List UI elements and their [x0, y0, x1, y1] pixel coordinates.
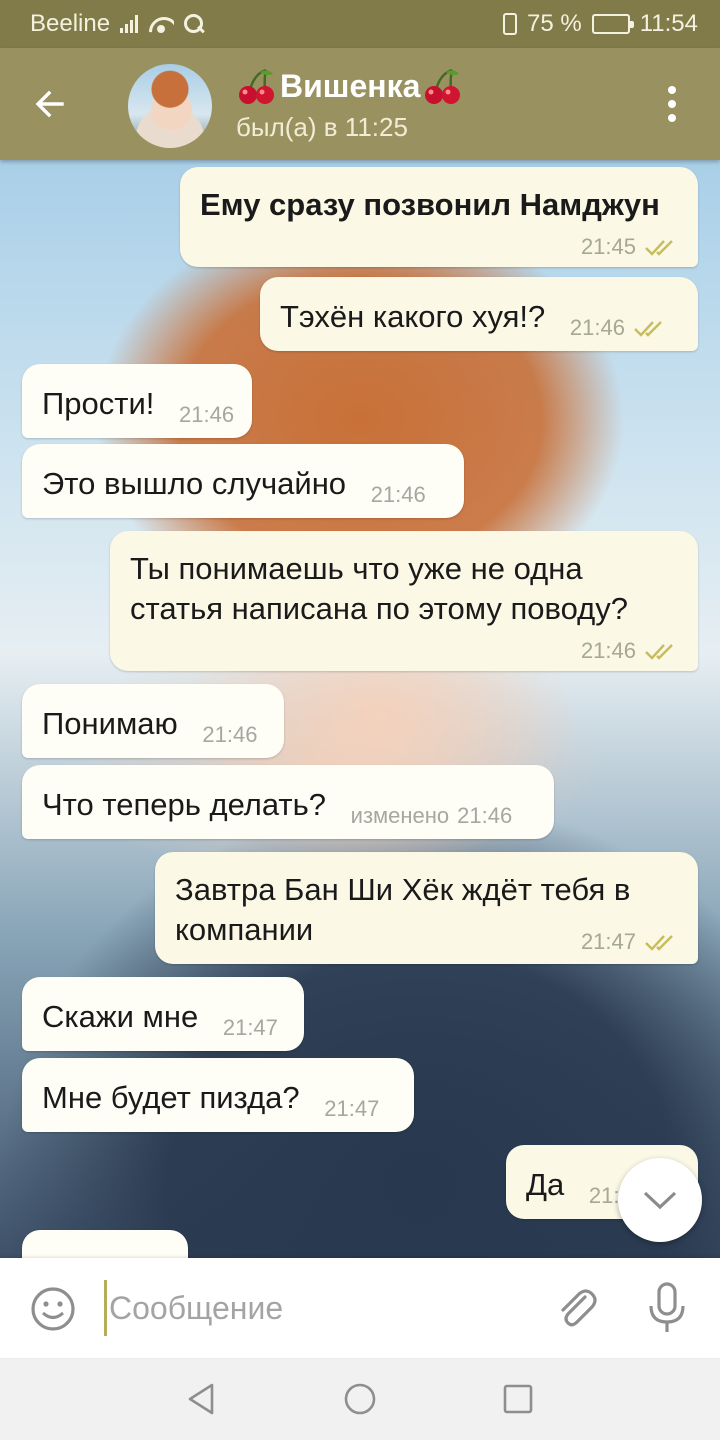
message-bubble-in[interactable]: Понимаю 21:46 [22, 684, 284, 758]
message-bubble-in[interactable]: Что теперь делать? изменено 21:46 [22, 765, 554, 839]
nav-back-button[interactable] [182, 1379, 222, 1419]
contact-name: Вишенка [280, 67, 421, 104]
message-bubble-out[interactable]: Тэхён какого хуя!? 21:46 [260, 277, 698, 351]
message-input-bar [0, 1258, 720, 1358]
square-recents-icon [503, 1384, 533, 1414]
chevron-down-icon [643, 1191, 677, 1210]
search-icon [184, 14, 204, 34]
message-time: 21:45 [580, 234, 636, 259]
message-bubble-out[interactable]: Ты понимаешь что уже не одна статья напи… [110, 531, 698, 671]
triangle-back-icon [188, 1383, 214, 1415]
message-text: Ты понимаешь что уже не одна статья напи… [130, 551, 629, 626]
wifi-icon [148, 15, 174, 33]
emoji-icon[interactable] [28, 1284, 78, 1334]
message-bubble-in[interactable]: Скажи мне 21:47 [22, 977, 304, 1051]
message-time: 21:46 [580, 638, 636, 663]
message-time: 21:47 [324, 1096, 380, 1121]
message-text: Что теперь делать? [42, 787, 327, 822]
message-bubble-out[interactable]: Ему сразу позвонил Намджун 21:45 [180, 167, 698, 267]
message-text: Прости! [42, 386, 155, 421]
battery-percent: 75 % [527, 10, 582, 37]
contact-name-row[interactable]: Вишенка [236, 66, 464, 106]
double-check-icon [645, 644, 673, 660]
message-input[interactable] [104, 1280, 524, 1336]
chat-header: Вишенка был(а) в 11:25 [0, 48, 720, 160]
message-text: Понимаю [42, 706, 178, 741]
more-vert-icon[interactable] [648, 78, 696, 130]
system-nav-bar [0, 1358, 720, 1440]
chat-area[interactable]: Ему сразу позвонил Намджун 21:45 Тэхён к… [0, 160, 720, 1258]
message-bubble-out[interactable]: Завтра Бан Ши Хёк ждёт тебя в компании 2… [155, 852, 698, 964]
message-text: Это вышло случайно [42, 466, 347, 501]
message-bubble-in[interactable] [22, 1230, 188, 1258]
back-arrow-icon [35, 90, 64, 118]
message-time: 21:47 [580, 929, 636, 954]
double-check-icon [645, 935, 673, 951]
message-time: 21:47 [222, 1015, 278, 1040]
double-check-icon [634, 321, 662, 337]
message-time: 21: [588, 1183, 620, 1208]
message-time: 21:46 [202, 722, 258, 747]
carrier-label: Beeline [30, 10, 111, 37]
double-check-icon [645, 240, 673, 256]
cherry-icon [425, 68, 461, 104]
message-text: Мне будет пизда? [42, 1080, 300, 1115]
battery-icon [591, 14, 634, 34]
message-time: 21:46 [457, 803, 513, 828]
nav-recents-button[interactable] [498, 1379, 538, 1419]
signal-icon [120, 15, 139, 33]
message-time: 21:46 [569, 315, 625, 340]
vibrate-icon [503, 13, 518, 35]
circle-home-icon [344, 1383, 376, 1415]
message-text: Ему сразу позвонил Намджун [200, 187, 660, 222]
nav-home-button[interactable] [340, 1379, 380, 1419]
message-bubble-in[interactable]: Мне будет пизда? 21:47 [22, 1058, 414, 1132]
microphone-icon[interactable] [642, 1280, 692, 1336]
cherry-icon [239, 68, 274, 104]
avatar[interactable] [128, 64, 212, 148]
message-time: 21:46 [179, 402, 235, 427]
back-button[interactable] [20, 74, 80, 134]
clock: 11:54 [639, 10, 698, 37]
message-bubble-in[interactable]: Это вышло случайно 21:46 [22, 444, 464, 518]
message-text: Тэхён какого хуя!? [280, 299, 546, 334]
paperclip-icon[interactable] [552, 1284, 602, 1334]
message-text: Скажи мне [42, 999, 199, 1034]
scroll-down-button[interactable] [618, 1158, 702, 1242]
status-bar: Beeline 75 % 11:54 [0, 0, 720, 48]
edited-label: изменено [350, 803, 450, 828]
message-time: 21:46 [370, 482, 426, 507]
message-bubble-in[interactable]: Прости! 21:46 [22, 364, 252, 438]
last-seen-status: был(а) в 11:25 [236, 112, 408, 142]
message-text: Да [526, 1167, 565, 1202]
